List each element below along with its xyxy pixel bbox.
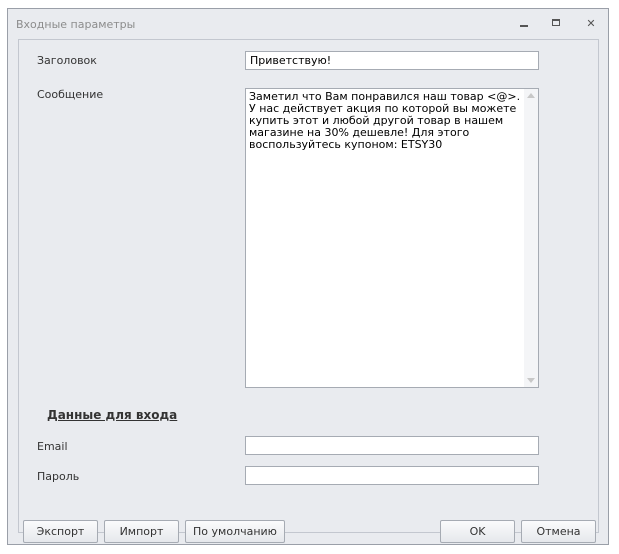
subject-label: Заголовок xyxy=(37,54,97,67)
dialog-window: Входные параметры ✕ Заголовок Сообщение … xyxy=(7,8,609,545)
defaults-button[interactable]: По умолчанию xyxy=(185,520,285,543)
message-label: Сообщение xyxy=(37,88,104,101)
export-button[interactable]: Экспорт xyxy=(23,520,98,543)
maximize-button[interactable] xyxy=(550,17,564,31)
login-section-title: Данные для входа xyxy=(47,408,178,422)
subject-input[interactable] xyxy=(245,51,539,70)
password-input[interactable] xyxy=(245,466,539,485)
close-icon: ✕ xyxy=(586,17,596,30)
password-label: Пароль xyxy=(37,470,80,483)
message-textarea[interactable]: Заметил что Вам понравился наш товар <@>… xyxy=(245,88,539,388)
form-panel: Заголовок Сообщение Заметил что Вам понр… xyxy=(18,39,599,543)
cancel-button[interactable]: Отмена xyxy=(521,520,596,543)
minimize-button[interactable] xyxy=(517,17,531,31)
scroll-down-icon[interactable] xyxy=(527,378,535,383)
close-button[interactable]: ✕ xyxy=(584,17,598,31)
minimize-icon xyxy=(520,25,528,27)
message-text[interactable]: Заметил что Вам понравился наш товар <@>… xyxy=(249,91,521,151)
scroll-up-icon[interactable] xyxy=(527,93,535,98)
message-scrollbar[interactable] xyxy=(524,89,538,387)
window-title: Входные параметры xyxy=(16,18,136,31)
email-label: Email xyxy=(37,440,68,453)
ok-button[interactable]: OK xyxy=(440,520,515,543)
maximize-icon xyxy=(552,19,560,26)
import-button[interactable]: Импорт xyxy=(104,520,179,543)
email-input[interactable] xyxy=(245,436,539,455)
title-bar: Входные параметры ✕ xyxy=(8,9,608,37)
